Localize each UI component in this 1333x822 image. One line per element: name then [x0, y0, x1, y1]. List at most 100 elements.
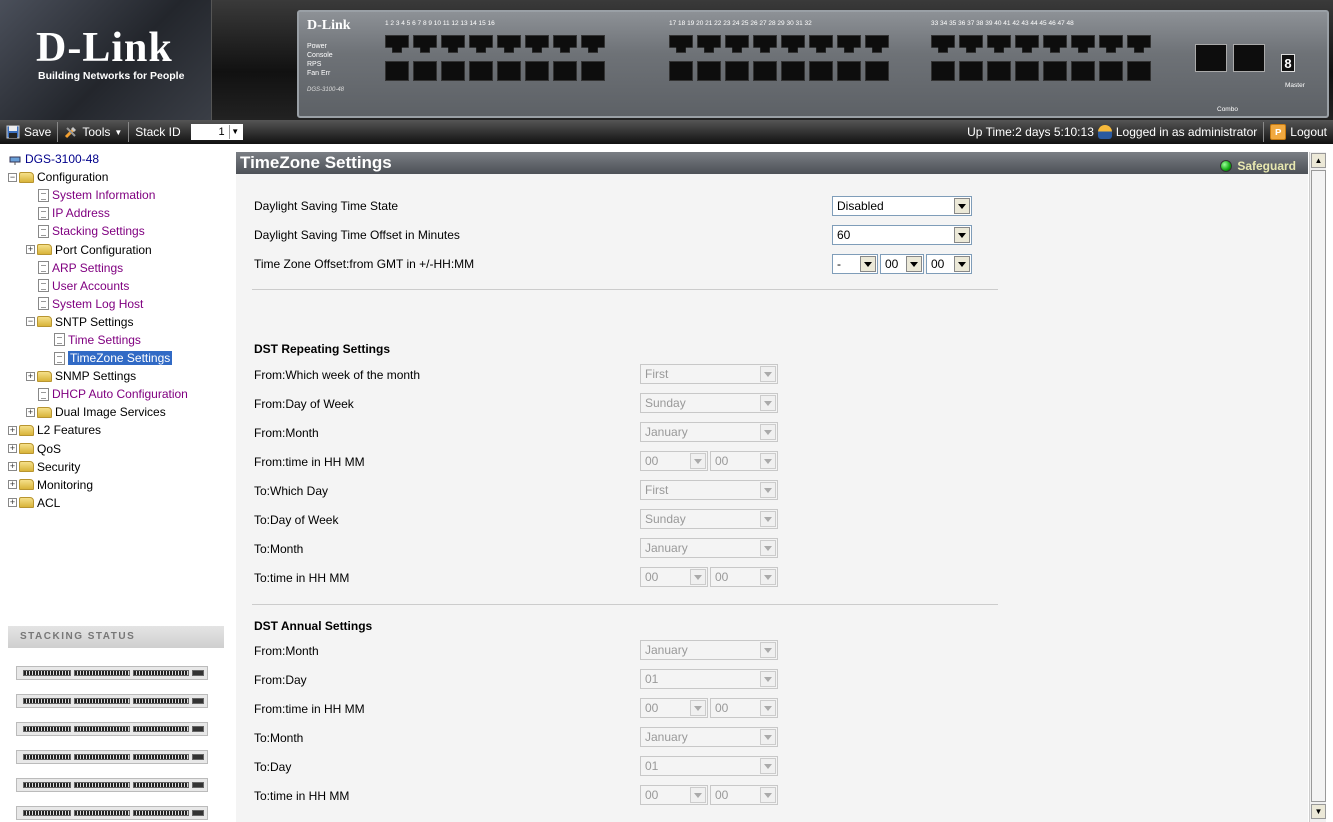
- tree-item-arp-settings[interactable]: ARP Settings: [8, 259, 232, 277]
- rep-from-month-select[interactable]: January: [640, 422, 778, 442]
- tz-sign-value: -: [837, 257, 841, 271]
- scroll-up-icon[interactable]: ▲: [1311, 153, 1326, 168]
- logout-button[interactable]: ᴘ Logout: [1264, 122, 1333, 142]
- vertical-scrollbar[interactable]: ▲ ▼: [1309, 152, 1326, 822]
- rep-to-day-select[interactable]: First: [640, 480, 778, 500]
- chevron-down-icon: [760, 671, 776, 687]
- page-icon: [38, 224, 49, 238]
- rep-from-week-select[interactable]: First: [640, 364, 778, 384]
- dlink-logo: D-Link Building Networks for People: [0, 0, 212, 120]
- ann-to-month-select[interactable]: January: [640, 727, 778, 747]
- port-group-3: 33 34 35 36 37 38 39 40 41 42 43 44 45 4…: [931, 20, 1151, 110]
- master-label: Master: [1285, 82, 1305, 89]
- tz-hours-select[interactable]: 00: [880, 254, 924, 274]
- tree-item-port-configuration[interactable]: + Port Configuration: [8, 240, 232, 258]
- tree-item-dual-image[interactable]: + Dual Image Services: [8, 403, 232, 421]
- rep-to-minute-select[interactable]: 00: [710, 567, 778, 587]
- tree-item-acl[interactable]: + ACL: [8, 494, 232, 512]
- port-block-icon: [133, 782, 189, 788]
- safeguard-label: Safeguard: [1237, 159, 1296, 173]
- rep-from-dow-label: From:Day of Week: [254, 397, 354, 411]
- chevron-down-icon: [690, 453, 706, 469]
- tree-label: SNMP Settings: [55, 369, 137, 384]
- tree-item-system-log-host[interactable]: System Log Host: [8, 295, 232, 313]
- rep-from-hour-select[interactable]: 00: [640, 451, 708, 471]
- stack-unit[interactable]: [16, 750, 208, 764]
- chevron-down-icon: [906, 256, 922, 272]
- port: [441, 35, 465, 53]
- save-button[interactable]: Save: [0, 122, 59, 142]
- port: [987, 35, 1011, 53]
- expand-icon[interactable]: +: [8, 498, 17, 508]
- tree-item-timezone-settings[interactable]: TimeZone Settings: [8, 349, 232, 367]
- tree-item-stacking-settings[interactable]: Stacking Settings: [8, 222, 232, 240]
- expand-icon[interactable]: +: [26, 407, 35, 417]
- ann-to-day-select[interactable]: 01: [640, 756, 778, 776]
- tree-item-sntp-settings[interactable]: − SNTP Settings: [8, 313, 232, 331]
- rep-to-time-label: To:time in HH MM: [254, 571, 350, 585]
- tree-item-root[interactable]: DGS-3100-48: [8, 150, 232, 168]
- folder-icon: [37, 406, 52, 418]
- scroll-down-icon[interactable]: ▼: [1311, 804, 1326, 819]
- tree-item-system-information[interactable]: System Information: [8, 186, 232, 204]
- ann-to-hour-select[interactable]: 00: [640, 785, 708, 805]
- sfp-block-icon: [192, 810, 204, 816]
- rep-to-month-select[interactable]: January: [640, 538, 778, 558]
- expand-icon[interactable]: +: [8, 444, 17, 454]
- tree-item-snmp-settings[interactable]: + SNMP Settings: [8, 367, 232, 385]
- collapse-icon[interactable]: −: [8, 172, 17, 182]
- dst-state-select[interactable]: Disabled: [832, 196, 972, 216]
- tz-sign-select[interactable]: -: [832, 254, 878, 274]
- tree-item-time-settings[interactable]: Time Settings: [8, 331, 232, 349]
- expand-icon[interactable]: +: [8, 480, 17, 490]
- port: [837, 35, 861, 53]
- folder-icon: [19, 424, 34, 436]
- ann-to-minute-select[interactable]: 00: [710, 785, 778, 805]
- folder-icon: [37, 370, 52, 382]
- tree-label: L2 Features: [37, 423, 102, 438]
- rep-from-dow-select[interactable]: Sunday: [640, 393, 778, 413]
- port: [1015, 35, 1039, 53]
- expand-icon[interactable]: +: [26, 371, 35, 381]
- scroll-thumb[interactable]: [1311, 170, 1326, 802]
- tree-item-configuration[interactable]: − Configuration: [8, 168, 232, 186]
- stack-unit[interactable]: [16, 666, 208, 680]
- tree-item-l2-features[interactable]: + L2 Features: [8, 421, 232, 439]
- tree-item-monitoring[interactable]: + Monitoring: [8, 476, 232, 494]
- port: [1071, 35, 1095, 53]
- port-group-2: 17 18 19 20 21 22 23 24 25 26 27 28 29 3…: [669, 20, 889, 110]
- tree-item-user-accounts[interactable]: User Accounts: [8, 277, 232, 295]
- tree-item-qos[interactable]: + QoS: [8, 440, 232, 458]
- stacking-status-title: Stacking Status: [8, 626, 224, 648]
- tools-menu-button[interactable]: Tools ▼: [58, 122, 130, 142]
- ann-from-month-select[interactable]: January: [640, 640, 778, 660]
- tree-item-security[interactable]: + Security: [8, 458, 232, 476]
- stack-unit[interactable]: [16, 694, 208, 708]
- stack-id-value: 1: [218, 126, 225, 138]
- stack-unit[interactable]: [16, 778, 208, 792]
- rep-to-hour-select[interactable]: 00: [640, 567, 708, 587]
- rep-to-dow-select[interactable]: Sunday: [640, 509, 778, 529]
- expand-icon[interactable]: +: [8, 462, 17, 472]
- ann-from-minute-select[interactable]: 00: [710, 698, 778, 718]
- header-banner: D-Link Building Networks for People D-Li…: [0, 0, 1333, 120]
- expand-icon[interactable]: +: [26, 245, 35, 255]
- tree-item-ip-address[interactable]: IP Address: [8, 204, 232, 222]
- ann-from-day-select[interactable]: 01: [640, 669, 778, 689]
- ann-from-hour-select[interactable]: 00: [640, 698, 708, 718]
- tree-item-dhcp-auto[interactable]: DHCP Auto Configuration: [8, 385, 232, 403]
- rep-from-minute-select[interactable]: 00: [710, 451, 778, 471]
- port: [837, 61, 861, 81]
- rep-to-hour-value: 00: [645, 570, 659, 584]
- collapse-icon[interactable]: −: [26, 317, 35, 327]
- stack-id-select[interactable]: 1 ▼: [190, 124, 243, 140]
- dst-offset-select[interactable]: 60: [832, 225, 972, 245]
- tz-minutes-select[interactable]: 00: [926, 254, 972, 274]
- stack-unit[interactable]: [16, 806, 208, 820]
- page-icon: [38, 261, 49, 275]
- expand-icon[interactable]: +: [8, 425, 17, 435]
- ann-to-day-label: To:Day: [254, 760, 292, 774]
- tree-label: Configuration: [37, 170, 109, 185]
- stack-unit[interactable]: [16, 722, 208, 736]
- port: [385, 61, 409, 81]
